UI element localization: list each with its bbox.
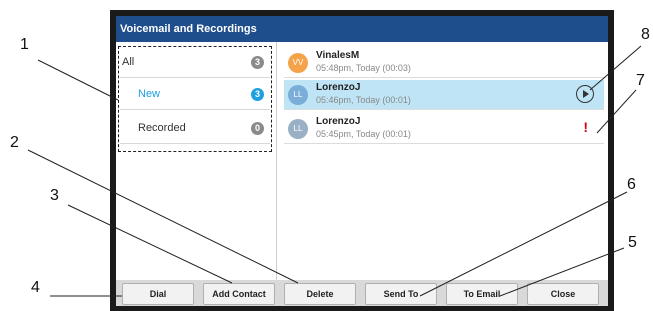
category-label: All	[122, 56, 135, 68]
callout-6: 6	[627, 176, 636, 193]
category-item-recorded[interactable]: Recorded 0	[120, 114, 270, 144]
message-row[interactable]: VV VinalesM 05:48pm, Today (00:03)	[284, 48, 604, 78]
category-item-new[interactable]: New 3	[120, 80, 270, 110]
count-badge: 3	[251, 56, 264, 69]
urgent-icon: !	[583, 119, 588, 135]
count-badge: 3	[251, 88, 264, 101]
message-row-selected[interactable]: LL LorenzoJ 05:46pm, Today (00:01)	[284, 80, 604, 110]
callout-8: 8	[641, 26, 650, 43]
content-area: All 3 New 3 Recorded 0 VV VinalesM 05:48…	[116, 42, 608, 280]
avatar: VV	[288, 53, 308, 73]
window-title: Voicemail and Recordings	[116, 16, 608, 42]
message-list: VV VinalesM 05:48pm, Today (00:03) LL Lo…	[280, 42, 608, 280]
callout-3: 3	[50, 187, 59, 204]
callout-5: 5	[628, 234, 637, 251]
category-pane: All 3 New 3 Recorded 0	[116, 42, 277, 280]
to-email-button[interactable]: To Email	[446, 283, 518, 305]
dial-button[interactable]: Dial	[122, 283, 194, 305]
caller-name: LorenzoJ	[316, 82, 361, 93]
play-icon[interactable]	[576, 85, 594, 103]
callout-4: 4	[31, 279, 40, 296]
close-button[interactable]: Close	[527, 283, 599, 305]
message-time: 05:48pm, Today (00:03)	[316, 63, 411, 73]
category-label: New	[138, 88, 161, 100]
message-time: 05:45pm, Today (00:01)	[316, 129, 411, 139]
message-time: 05:46pm, Today (00:01)	[316, 95, 411, 105]
count-badge: 0	[251, 122, 264, 135]
delete-button[interactable]: Delete	[284, 283, 356, 305]
category-label: Recorded	[138, 122, 186, 134]
callout-1: 1	[20, 36, 29, 53]
avatar: LL	[288, 85, 308, 105]
callout-7: 7	[636, 72, 645, 89]
add-contact-button[interactable]: Add Contact	[203, 283, 275, 305]
caller-name: VinalesM	[316, 50, 360, 61]
category-item-all[interactable]: All 3	[120, 48, 270, 78]
message-row[interactable]: LL LorenzoJ 05:45pm, Today (00:01) !	[284, 114, 604, 144]
caller-name: LorenzoJ	[316, 116, 361, 127]
send-to-button[interactable]: Send To	[365, 283, 437, 305]
avatar: LL	[288, 119, 308, 139]
callout-2: 2	[10, 134, 19, 151]
